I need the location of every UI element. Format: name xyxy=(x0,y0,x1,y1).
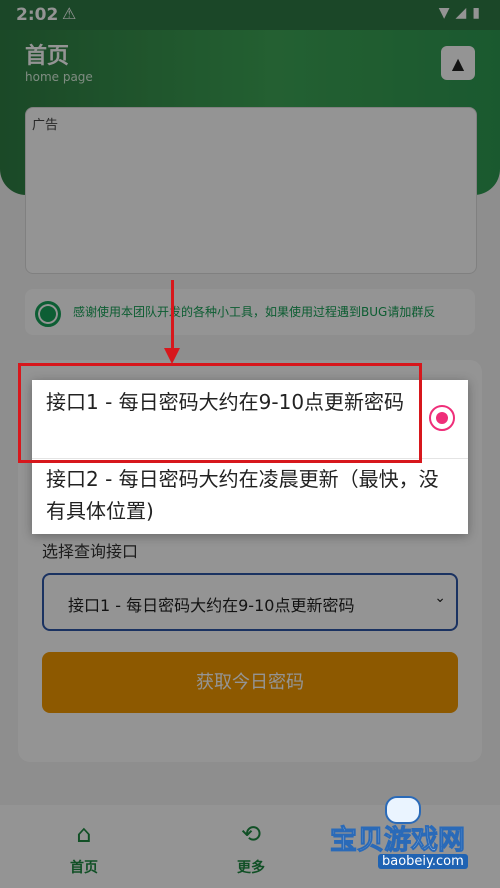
radio-selected-icon[interactable] xyxy=(429,405,455,431)
option-label: 接口2 - 每日密码大约在凌晨更新（最快，没有具体位置) xyxy=(46,467,439,523)
annotation-highlight-box xyxy=(18,363,422,463)
annotation-arrow-head xyxy=(164,348,180,364)
annotation-arrow xyxy=(171,280,174,352)
watermark: 宝贝游戏网 baobeiy.com xyxy=(330,796,490,880)
watermark-sub: baobeiy.com xyxy=(378,854,468,869)
watermark-main: 宝贝游戏网 xyxy=(330,825,466,857)
option-api-2[interactable]: 接口2 - 每日密码大约在凌晨更新（最快，没有具体位置) xyxy=(32,458,468,535)
